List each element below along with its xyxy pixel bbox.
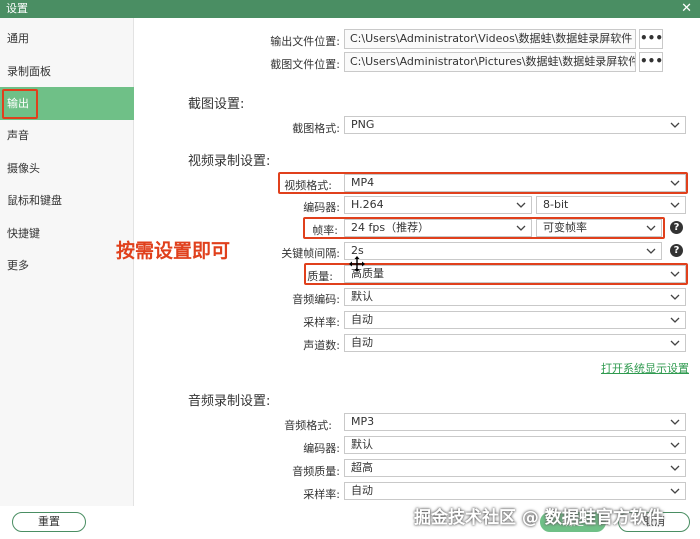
audio-encoder-label: 编码器: <box>303 442 340 455</box>
sidebar-item-hotkeys[interactable]: 快捷键 <box>0 217 134 250</box>
chevron-down-icon <box>670 312 680 328</box>
shot-path-label: 截图文件位置: <box>270 58 340 71</box>
sidebar-item-camera[interactable]: 摄像头 <box>0 152 134 185</box>
chevron-down-icon <box>670 460 680 476</box>
open-display-settings-link[interactable]: 打开系统显示设置 <box>601 360 689 376</box>
audio-encoder-select[interactable]: 默认 <box>344 436 686 454</box>
screenshot-section-title: 截图设置: <box>188 97 245 112</box>
screenshot-format-select[interactable]: PNG <box>344 116 686 134</box>
sidebar-item-sound[interactable]: 声音 <box>0 119 134 152</box>
chevron-down-icon <box>670 197 680 213</box>
watermark-text: 掘金技术社区 @ 数据蛙官方软件 <box>414 508 664 528</box>
chevron-down-icon <box>670 289 680 305</box>
shot-path-browse-button[interactable]: ••• <box>639 52 663 72</box>
highlight-fps <box>303 217 665 239</box>
audio-format-label: 音频格式: <box>284 419 332 432</box>
video-path-browse-button[interactable]: ••• <box>639 29 663 49</box>
sidebar-item-mouse-keyboard[interactable]: 鼠标和键盘 <box>0 184 134 217</box>
sidebar-item-general[interactable]: 通用 <box>0 22 134 55</box>
audio-samplerate-select[interactable]: 自动 <box>344 482 686 500</box>
sidebar-item-record-panel[interactable]: 录制面板 <box>0 55 134 88</box>
reset-button[interactable]: 重置 <box>12 512 86 532</box>
move-cursor-icon <box>349 256 365 272</box>
chevron-down-icon <box>670 414 680 430</box>
encoder-label: 编码器: <box>303 201 340 214</box>
encoder-select[interactable]: H.264 <box>344 196 532 214</box>
keyframe-select[interactable]: 2s <box>344 242 662 260</box>
highlight-video-format <box>278 172 688 194</box>
title-bar: 设置 ✕ <box>0 0 700 18</box>
sidebar-item-more[interactable]: 更多 <box>0 249 134 282</box>
close-icon[interactable]: ✕ <box>681 0 692 18</box>
video-section-title: 视频录制设置: <box>188 154 271 169</box>
chevron-down-icon <box>670 483 680 499</box>
audio-section-title: 音频录制设置: <box>188 394 271 409</box>
chevron-down-icon <box>646 243 656 259</box>
fps-help-icon[interactable]: ? <box>670 221 683 234</box>
audio-quality-select[interactable]: 超高 <box>344 459 686 477</box>
samplerate-select[interactable]: 自动 <box>344 311 686 329</box>
audio-format-select[interactable]: MP3 <box>344 413 686 431</box>
video-path-label: 输出文件位置: <box>270 35 340 48</box>
window-title: 设置 <box>6 2 28 15</box>
chevron-down-icon <box>670 437 680 453</box>
audio-quality-label: 音频质量: <box>292 465 340 478</box>
video-path-field[interactable]: C:\Users\Administrator\Videos\数据蛙\数据蛙录屏软… <box>344 29 636 49</box>
audio-samplerate-label: 采样率: <box>303 488 340 501</box>
chevron-down-icon <box>670 117 680 133</box>
channels-label: 声道数: <box>303 339 340 352</box>
screenshot-format-label: 截图格式: <box>292 122 340 135</box>
keyframe-help-icon[interactable]: ? <box>670 244 683 257</box>
chevron-down-icon <box>516 197 526 213</box>
shot-path-field[interactable]: C:\Users\Administrator\Pictures\数据蛙\数据蛙录… <box>344 52 636 72</box>
channels-select[interactable]: 自动 <box>344 334 686 352</box>
audio-codec-select[interactable]: 默认 <box>344 288 686 306</box>
highlight-output-item <box>2 89 38 119</box>
bitdepth-select[interactable]: 8-bit <box>536 196 686 214</box>
audio-codec-label: 音频编码: <box>292 293 340 306</box>
chevron-down-icon <box>670 335 680 351</box>
annotation-text: 按需设置即可 <box>116 240 231 262</box>
samplerate-label: 采样率: <box>303 316 340 329</box>
